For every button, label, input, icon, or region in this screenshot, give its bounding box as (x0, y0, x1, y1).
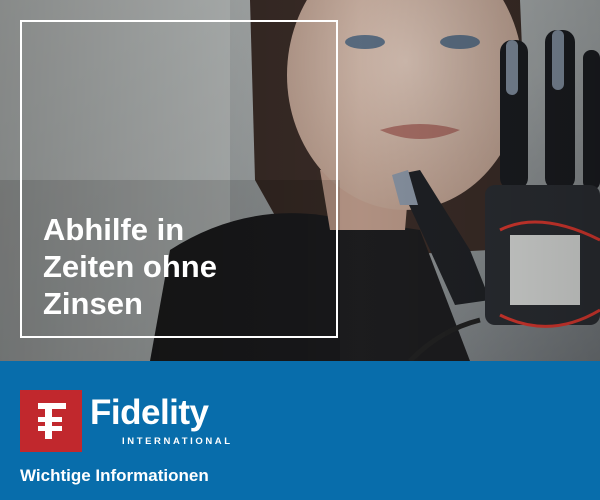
important-information-link[interactable]: Wichtige Informationen (20, 465, 209, 487)
fidelity-logo[interactable]: Fidelity INTERNATIONAL (20, 390, 230, 454)
hero-photo[interactable]: Abhilfe in Zeiten ohne Zinsen (0, 0, 600, 361)
brand-subline: INTERNATIONAL (122, 436, 233, 447)
banner-ad[interactable]: Abhilfe in Zeiten ohne Zinsen Fidelity I… (0, 0, 600, 500)
headline-line-2: Zeiten ohne (43, 249, 217, 284)
brand-name: Fidelity (90, 393, 209, 432)
headline-line-3: Zinsen (43, 286, 143, 321)
headline-frame: Abhilfe in Zeiten ohne Zinsen (20, 20, 338, 338)
headline-line-1: Abhilfe in (43, 212, 185, 247)
headline: Abhilfe in Zeiten ohne Zinsen (43, 211, 273, 322)
fidelity-f-icon (20, 390, 82, 452)
footer-bar: Fidelity INTERNATIONAL Wichtige Informat… (0, 361, 600, 500)
